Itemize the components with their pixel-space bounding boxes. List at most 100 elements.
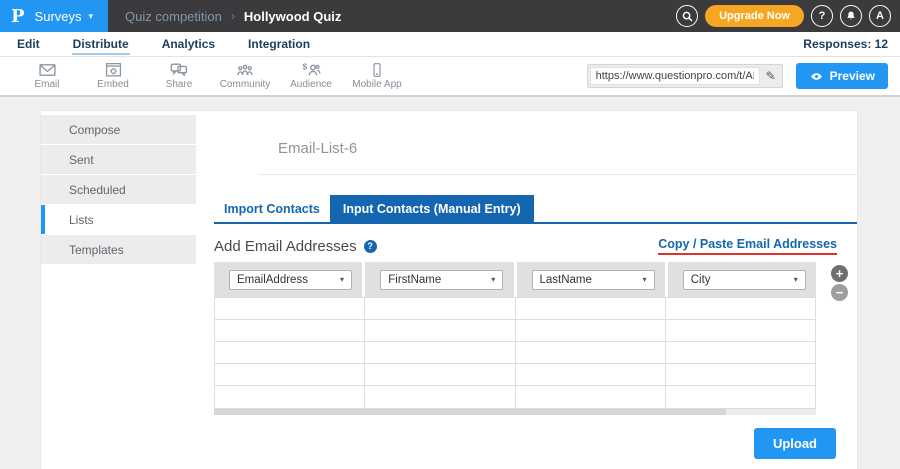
table-cell[interactable] <box>516 298 666 319</box>
table-row <box>215 364 815 386</box>
copy-paste-email-addresses-link[interactable]: Copy / Paste Email Addresses <box>658 237 837 255</box>
toolbar-item-audience[interactable]: $ Audience <box>278 62 344 90</box>
select-arrow-icon: ▾ <box>642 275 646 284</box>
toolbar-item-share[interactable]: Share <box>146 62 212 90</box>
table-cell[interactable] <box>666 386 815 408</box>
table-cell[interactable] <box>365 364 515 385</box>
survey-url-input[interactable] <box>590 67 760 85</box>
first-name-column-select[interactable]: FirstName ▾ <box>380 270 503 290</box>
preview-button[interactable]: Preview <box>796 63 888 89</box>
responses-count: Responses: 12 <box>803 37 888 51</box>
toolbar-item-community[interactable]: Community <box>212 62 278 90</box>
breadcrumb-separator-icon: › <box>231 9 235 23</box>
table-cell[interactable] <box>215 386 365 408</box>
toolbar-item-email[interactable]: Email <box>14 62 80 90</box>
contacts-grid-header: EmailAddress ▾ FirstName ▾ <box>214 262 816 297</box>
row-buttons: + − <box>831 262 848 415</box>
table-cell[interactable] <box>666 320 815 341</box>
eye-icon <box>809 71 824 82</box>
table-row <box>215 386 815 408</box>
table-cell[interactable] <box>516 386 666 408</box>
embed-icon <box>105 62 122 78</box>
table-row <box>215 298 815 320</box>
table-cell[interactable] <box>666 342 815 363</box>
table-cell[interactable] <box>215 342 365 363</box>
tab-import-contacts[interactable]: Import Contacts <box>214 195 330 222</box>
email-icon <box>38 62 57 78</box>
table-row <box>215 342 815 364</box>
search-button[interactable] <box>676 5 698 27</box>
bell-icon <box>845 10 857 22</box>
select-arrow-icon: ▾ <box>491 275 495 284</box>
add-email-addresses-title: Add Email Addresses <box>214 238 357 255</box>
table-cell[interactable] <box>666 298 815 319</box>
remove-row-button[interactable]: − <box>831 284 848 301</box>
topbar-actions: Upgrade Now ? A <box>676 5 900 27</box>
toolbar-item-mobile-app[interactable]: Mobile App <box>344 62 410 90</box>
scrollbar-thumb[interactable] <box>214 409 726 415</box>
notifications-button[interactable] <box>840 5 862 27</box>
table-row <box>215 320 815 342</box>
contacts-grid-body <box>214 297 816 409</box>
title-divider <box>258 174 857 175</box>
edit-url-icon[interactable]: ✎ <box>761 69 781 83</box>
sidebar-item-lists[interactable]: Lists <box>41 205 196 234</box>
upgrade-now-button[interactable]: Upgrade Now <box>705 5 804 27</box>
breadcrumb: Quiz competition › Hollywood Quiz <box>125 9 341 24</box>
account-avatar[interactable]: A <box>869 5 891 27</box>
horizontal-scrollbar[interactable] <box>214 409 816 415</box>
nav-item-integration[interactable]: Integration <box>247 33 311 55</box>
distribute-toolbar: Email Embed Share Community $ Audience M… <box>0 57 900 97</box>
table-cell[interactable] <box>365 386 515 408</box>
sidebar-item-compose[interactable]: Compose <box>41 115 196 144</box>
mobile-app-icon <box>369 62 385 78</box>
sidebar-item-sent[interactable]: Sent <box>41 145 196 174</box>
upload-row: Upload <box>214 428 857 459</box>
nav-item-distribute[interactable]: Distribute <box>72 33 130 55</box>
survey-url-group: ✎ <box>587 64 783 88</box>
add-email-header-row: Add Email Addresses ? Copy / Paste Email… <box>214 237 857 255</box>
table-cell[interactable] <box>365 342 515 363</box>
nav-item-analytics[interactable]: Analytics <box>161 33 216 55</box>
header-cell-city: City ▾ <box>668 262 816 297</box>
contacts-table-zone: EmailAddress ▾ FirstName ▾ <box>214 262 857 415</box>
toolbar-item-embed[interactable]: Embed <box>80 62 146 90</box>
table-cell[interactable] <box>215 298 365 319</box>
share-icon <box>170 62 188 78</box>
add-row-button[interactable]: + <box>831 265 848 282</box>
table-cell[interactable] <box>516 320 666 341</box>
table-cell[interactable] <box>365 298 515 319</box>
svg-text:$: $ <box>302 62 307 71</box>
help-button[interactable]: ? <box>811 5 833 27</box>
list-detail-panel: Email-List-6 Import Contacts Input Conta… <box>196 111 857 469</box>
table-cell[interactable] <box>666 364 815 385</box>
audience-icon: $ <box>302 62 321 78</box>
community-icon <box>236 62 254 78</box>
email-address-column-select[interactable]: EmailAddress ▾ <box>229 270 352 290</box>
header-cell-first-name: FirstName ▾ <box>365 262 513 297</box>
table-cell[interactable] <box>365 320 515 341</box>
table-cell[interactable] <box>215 364 365 385</box>
contacts-grid: EmailAddress ▾ FirstName ▾ <box>214 262 816 415</box>
search-icon <box>681 10 694 23</box>
select-arrow-icon: ▾ <box>340 275 344 284</box>
question-mark-icon: ? <box>819 10 826 22</box>
table-cell[interactable] <box>516 342 666 363</box>
surveys-menu-button[interactable]: P Surveys ▾ <box>0 0 108 32</box>
table-cell[interactable] <box>516 364 666 385</box>
nav-item-edit[interactable]: Edit <box>16 33 41 55</box>
help-tooltip-icon[interactable]: ? <box>364 240 377 253</box>
header-cell-email-address: EmailAddress ▾ <box>214 262 362 297</box>
table-cell[interactable] <box>215 320 365 341</box>
breadcrumb-parent[interactable]: Quiz competition <box>125 9 222 24</box>
city-column-select[interactable]: City ▾ <box>683 270 806 290</box>
tab-input-contacts-manual-entry[interactable]: Input Contacts (Manual Entry) <box>330 195 534 222</box>
sidebar-item-templates[interactable]: Templates <box>41 235 196 264</box>
surveys-menu-label: Surveys <box>35 9 82 24</box>
email-sidebar: Compose Sent Scheduled Lists Templates <box>41 111 196 469</box>
content-area: Compose Sent Scheduled Lists Templates E… <box>0 99 900 469</box>
last-name-column-select[interactable]: LastName ▾ <box>532 270 655 290</box>
chevron-down-icon: ▾ <box>89 11 94 22</box>
upload-button[interactable]: Upload <box>754 428 836 459</box>
sidebar-item-scheduled[interactable]: Scheduled <box>41 175 196 204</box>
